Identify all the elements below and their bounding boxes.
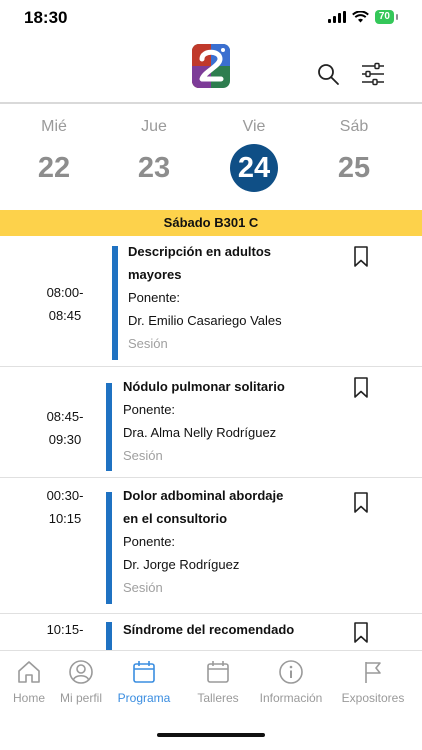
day-number: 25	[337, 152, 371, 184]
app-logo	[192, 44, 230, 88]
status-time: 18:30	[24, 8, 68, 27]
session-content: Descripción en adultos mayores Ponente: …	[128, 240, 348, 355]
info-icon	[279, 660, 303, 684]
bookmark-icon[interactable]	[353, 492, 369, 514]
day-selector: Mié 22 Jue 23 Vie 24 Sáb 25	[0, 104, 422, 210]
session-title: Nódulo pulmonar solitario	[123, 379, 285, 394]
session-bar	[106, 492, 112, 604]
calendar-icon	[133, 661, 155, 683]
nav-label: Información	[259, 691, 323, 705]
room-banner: Sábado B301 C	[0, 210, 422, 236]
speaker-name: Dra. Alma Nelly Rodríguez	[123, 425, 277, 440]
app-header	[0, 36, 422, 102]
calendar-icon	[207, 661, 229, 683]
nav-label: Expositores	[341, 691, 405, 705]
battery-cap	[396, 14, 398, 20]
home-indicator	[157, 733, 265, 737]
day-tab-jue[interactable]: Jue 23	[104, 104, 204, 210]
session-list: 08:00- 08:45 Descripción en adultos mayo…	[0, 236, 422, 650]
session-time: 00:30- 10:15	[22, 484, 108, 530]
session-time: 08:45- 09:30	[22, 405, 108, 451]
nav-label: Talleres	[197, 691, 239, 705]
session-title-cont: mayores	[128, 267, 182, 282]
session-type: Sesión	[128, 336, 168, 351]
battery-indicator: 70	[374, 10, 394, 24]
day-name: Jue	[141, 118, 167, 135]
speaker-label: Ponente:	[123, 534, 176, 549]
bookmark-icon[interactable]	[353, 246, 369, 268]
filter-sliders-icon[interactable]	[361, 62, 385, 86]
day-number-selected: 24	[230, 144, 278, 192]
session-bar	[112, 246, 118, 360]
session-content: Dolor adbominal abordaje en el consultor…	[123, 484, 343, 599]
day-number: 23	[137, 152, 171, 184]
session-time-start: 08:00-	[46, 285, 84, 300]
flag-icon	[365, 662, 381, 683]
session-time-end: 08:45	[48, 308, 82, 323]
session-content: Síndrome del recomendado	[123, 618, 343, 641]
profile-icon	[69, 660, 93, 684]
speaker-label: Ponente:	[128, 290, 181, 305]
session-title-cont: en el consultorio	[123, 511, 228, 526]
nav-home[interactable]: Home	[10, 659, 48, 705]
nav-label: Programa	[117, 691, 171, 705]
day-name: Vie	[242, 118, 266, 135]
status-icons: 70	[327, 10, 398, 24]
search-icon[interactable]	[316, 62, 340, 86]
session-time-end: 09:30	[48, 432, 82, 447]
session-type: Sesión	[123, 448, 163, 463]
session-title: Dolor adbominal abordaje	[123, 488, 284, 503]
nav-programa[interactable]: Programa	[116, 659, 172, 705]
session-card[interactable]: 08:00- 08:45 Descripción en adultos mayo…	[0, 236, 422, 367]
day-number: 22	[37, 152, 71, 184]
nav-label: Home	[12, 691, 45, 705]
session-card[interactable]: 08:45- 09:30 Nódulo pulmonar solitario P…	[0, 367, 422, 478]
day-tab-vie[interactable]: Vie 24	[204, 104, 304, 210]
bookmark-icon[interactable]	[353, 377, 369, 399]
cellular-signal-icon	[327, 11, 346, 23]
nav-informacion[interactable]: Información	[257, 659, 325, 705]
session-bar	[106, 383, 112, 471]
day-tab-mie[interactable]: Mié 22	[4, 104, 104, 210]
status-bar: 18:30 70	[0, 0, 422, 36]
speaker-label: Ponente:	[123, 402, 176, 417]
session-time-start: 08:45-	[46, 409, 84, 424]
session-title: Síndrome del recomendado	[123, 622, 295, 637]
speaker-name: Dr. Emilio Casariego Vales	[128, 313, 282, 328]
session-content: Nódulo pulmonar solitario Ponente: Dra. …	[123, 375, 343, 467]
day-name: Sáb	[339, 118, 369, 135]
nav-talleres[interactable]: Talleres	[193, 659, 243, 705]
session-time: 08:00- 08:45	[22, 281, 108, 327]
nav-mi-perfil[interactable]: Mi perfil	[57, 659, 105, 705]
session-title: Descripción en adultos	[128, 244, 272, 259]
session-time-end: 10:15	[48, 511, 82, 526]
session-card[interactable]: 10:15- Síndrome del recomendado	[0, 614, 422, 650]
day-name: Mié	[41, 118, 67, 135]
session-type: Sesión	[123, 580, 163, 595]
nav-expositores[interactable]: Expositores	[340, 659, 406, 705]
home-icon	[18, 661, 40, 683]
session-time-start: 00:30-	[46, 488, 84, 503]
session-time-start: 10:15-	[46, 622, 84, 637]
speaker-name: Dr. Jorge Rodríguez	[123, 557, 240, 572]
bookmark-icon[interactable]	[353, 622, 369, 644]
session-bar	[106, 622, 112, 650]
session-card[interactable]: 00:30- 10:15 Dolor adbominal abordaje en…	[0, 478, 422, 614]
nav-label: Mi perfil	[59, 691, 102, 705]
session-time: 10:15-	[22, 618, 108, 641]
day-tab-sab[interactable]: Sáb 25	[304, 104, 404, 210]
wifi-icon	[351, 11, 369, 23]
